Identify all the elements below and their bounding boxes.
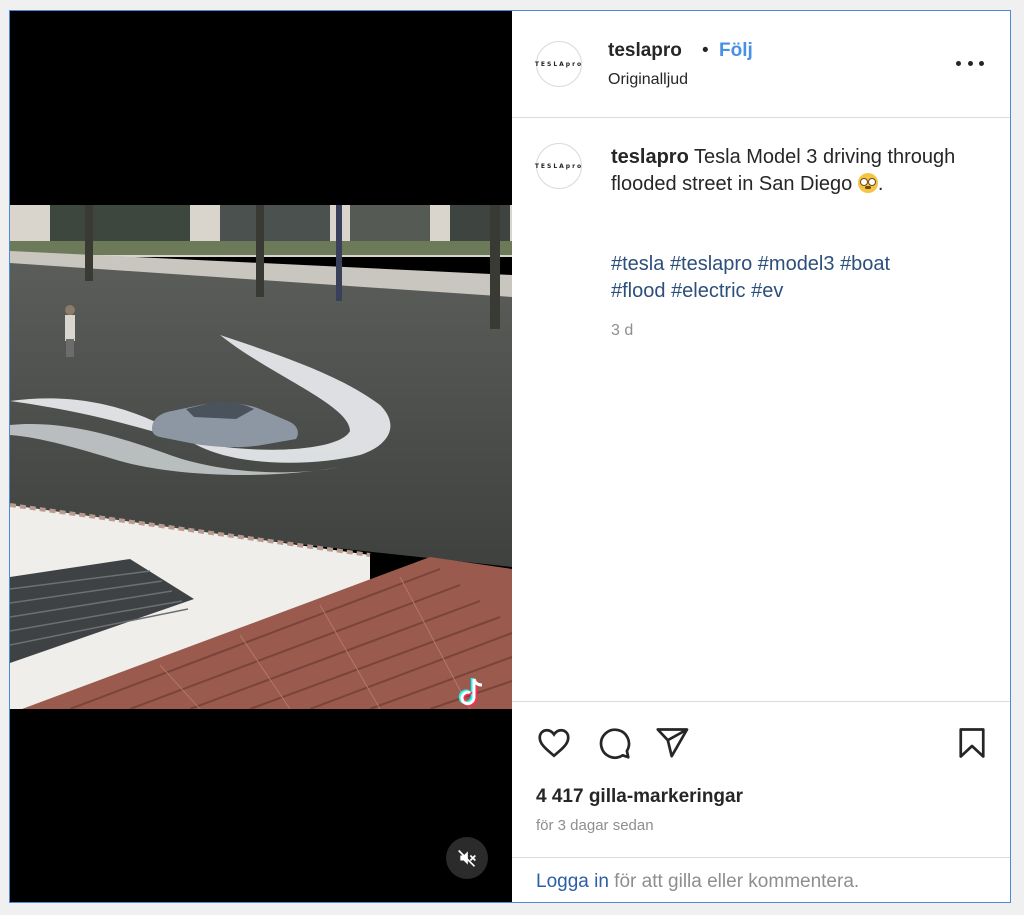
hashtag-link[interactable]: #tesla <box>611 253 664 275</box>
video-frame[interactable] <box>10 205 512 709</box>
login-prompt-text: för att gilla eller kommentera. <box>608 871 860 892</box>
avatar[interactable]: TESLApro <box>534 41 584 87</box>
hashtag-link[interactable]: #flood <box>611 280 666 302</box>
author-username[interactable]: teslapro <box>608 40 682 62</box>
heart-icon <box>538 728 570 758</box>
audio-label[interactable]: Originalljud <box>608 71 688 89</box>
avatar-logo-text: TESLApro <box>534 60 584 68</box>
hashtag-link[interactable]: #teslapro <box>670 253 752 275</box>
login-prompt: Logga in för att gilla eller kommentera. <box>512 857 1010 902</box>
hashtag-link[interactable]: #electric <box>671 280 745 302</box>
mute-toggle-button[interactable] <box>446 837 488 879</box>
comment-button[interactable] <box>596 725 632 761</box>
likes-count[interactable]: 4 417 gilla-markeringar <box>536 786 743 808</box>
more-options-icon[interactable] <box>956 51 984 75</box>
hashtag-list: #tesla #teslapro #model3 #boat #flood #e… <box>611 251 971 305</box>
caption-end: . <box>877 173 884 195</box>
bookmark-icon <box>959 728 985 758</box>
video-player[interactable] <box>10 11 512 902</box>
caption-timestamp: 3 d <box>611 322 634 339</box>
flooded-street-video-image <box>10 205 512 709</box>
caption-author[interactable]: teslapro <box>611 146 689 168</box>
separator-dot: • <box>702 40 709 61</box>
login-link[interactable]: Logga in <box>536 871 609 892</box>
tiktok-logo-icon <box>458 678 483 707</box>
caption-avatar[interactable]: TESLApro <box>534 143 584 189</box>
share-button[interactable] <box>654 725 690 761</box>
send-icon <box>656 728 689 758</box>
caption-text: teslapro Tesla Model 3 driving through f… <box>611 144 971 198</box>
hashtag-link[interactable]: #boat <box>840 253 890 275</box>
hashtag-link[interactable]: #ev <box>751 280 783 302</box>
post-dialog: TESLApro teslapro • Följ Originalljud TE… <box>9 10 1011 903</box>
post-sidebar: TESLApro teslapro • Följ Originalljud TE… <box>512 11 1010 902</box>
flushed-face-emoji-icon <box>857 173 878 193</box>
follow-button[interactable]: Följ <box>719 40 753 62</box>
comment-icon <box>599 728 631 759</box>
save-button[interactable] <box>954 725 990 761</box>
post-header: TESLApro teslapro • Följ Originalljud <box>512 11 1010 118</box>
like-button[interactable] <box>536 725 572 761</box>
hashtag-link[interactable]: #model3 <box>758 253 835 275</box>
post-actions: 4 417 gilla-markeringar för 3 dagar seda… <box>512 701 1010 902</box>
caption-section: TESLApro teslapro Tesla Model 3 driving … <box>512 118 1010 703</box>
speaker-muted-icon <box>458 849 476 867</box>
avatar-logo-text: TESLApro <box>534 162 584 170</box>
post-date: för 3 dagar sedan <box>536 817 654 834</box>
